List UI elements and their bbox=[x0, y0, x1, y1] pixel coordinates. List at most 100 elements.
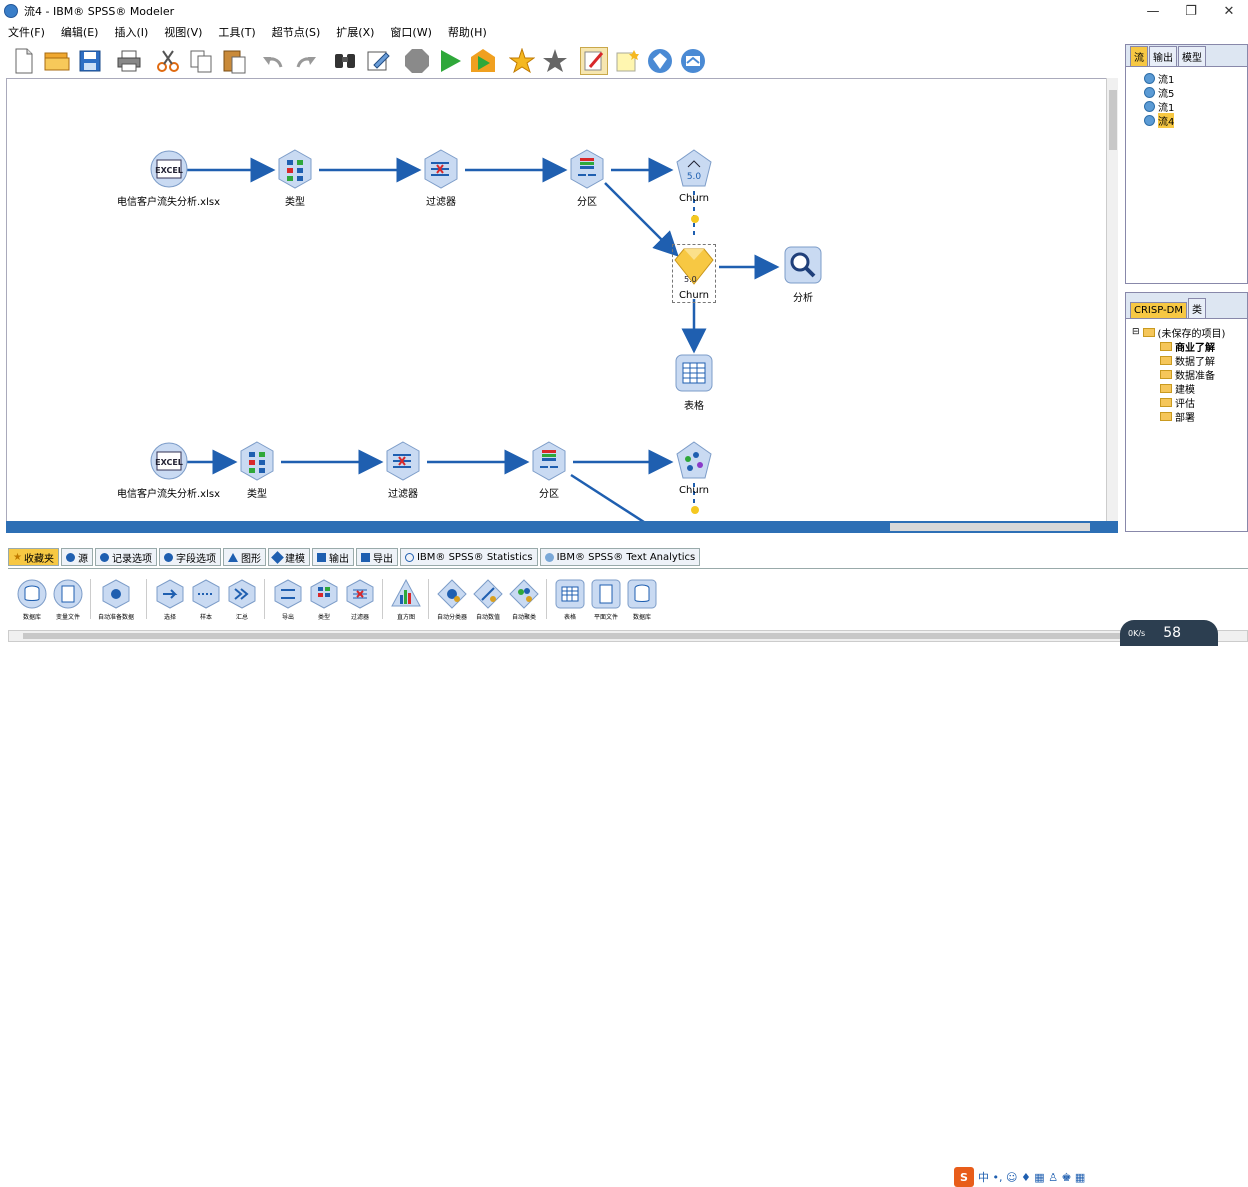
tab-text-analytics[interactable]: IBM® SPSS® Text Analytics bbox=[539, 548, 701, 566]
run-icon[interactable] bbox=[436, 47, 464, 75]
menu-view[interactable]: 视图(V) bbox=[164, 24, 202, 40]
phase-item[interactable]: 数据了解 bbox=[1132, 353, 1247, 368]
scroll-thumb[interactable] bbox=[890, 523, 1090, 531]
palette-node-flat-file[interactable]: 平面文件 bbox=[588, 579, 624, 621]
palette-node-aggregate[interactable]: 汇总 bbox=[224, 579, 260, 621]
type-node[interactable]: 类型 bbox=[275, 149, 315, 208]
favorites-icon[interactable] bbox=[541, 47, 569, 75]
palette-node-database[interactable]: 数据库 bbox=[14, 579, 50, 621]
stream-canvas[interactable]: EXCEL 电信客户流失分析.xlsx 类型 过滤器 分区 5.0 Churn … bbox=[6, 78, 1116, 523]
close-button[interactable]: ✕ bbox=[1210, 0, 1248, 22]
palette-node-histogram[interactable]: 直方图 bbox=[388, 579, 424, 621]
filter-node[interactable]: 过滤器 bbox=[383, 441, 423, 500]
tab-models[interactable]: 模型 bbox=[1178, 46, 1206, 66]
filter-node[interactable]: 过滤器 bbox=[421, 149, 461, 208]
tab-classes[interactable]: 类 bbox=[1187, 298, 1206, 318]
analysis-node[interactable]: 分析 bbox=[783, 245, 823, 304]
undo-icon[interactable] bbox=[259, 47, 287, 75]
excel-source-node[interactable]: EXCEL 电信客户流失分析.xlsx bbox=[117, 149, 220, 208]
run-selection-icon[interactable] bbox=[469, 47, 497, 75]
palette-node-auto-numeric[interactable]: 自动数值 bbox=[470, 579, 506, 621]
phase-item[interactable]: 商业了解 bbox=[1132, 339, 1247, 354]
palette-node-auto-classifier[interactable]: 自动分类器 bbox=[434, 579, 470, 621]
cut-icon[interactable] bbox=[154, 47, 182, 75]
stream-item-selected[interactable]: 流4 bbox=[1144, 112, 1247, 128]
menu-help[interactable]: 帮助(H) bbox=[448, 24, 487, 40]
excel-source-node[interactable]: EXCEL 电信客户流失分析.xlsx bbox=[117, 441, 220, 500]
menu-supernode[interactable]: 超节点(S) bbox=[272, 24, 321, 40]
project-root[interactable]: ⊟ (未保存的项目) bbox=[1132, 325, 1247, 340]
palette-node-auto-data-prep[interactable]: 自动准备数据 bbox=[98, 579, 134, 621]
save-icon[interactable] bbox=[76, 47, 104, 75]
add-to-favorites-icon[interactable] bbox=[508, 47, 536, 75]
c50-model-node[interactable]: 5.0 Churn bbox=[674, 149, 714, 204]
stream-icon bbox=[1144, 114, 1155, 126]
tab-sources[interactable]: 源 bbox=[60, 548, 93, 566]
copy-icon[interactable] bbox=[187, 47, 215, 75]
palette-node-auto-cluster[interactable]: 自动聚类 bbox=[506, 579, 542, 621]
find-icon[interactable] bbox=[331, 47, 359, 75]
phase-item[interactable]: 部署 bbox=[1132, 409, 1247, 424]
menu-tools[interactable]: 工具(T) bbox=[218, 24, 255, 40]
stream-item[interactable]: 流1 bbox=[1144, 99, 1247, 114]
tab-export[interactable]: 导出 bbox=[355, 548, 398, 566]
palette-node-filter[interactable]: 过滤器 bbox=[342, 579, 378, 621]
phase-item[interactable]: 评估 bbox=[1132, 395, 1247, 410]
type-icon bbox=[278, 149, 312, 189]
type-node[interactable]: 类型 bbox=[237, 441, 277, 500]
tab-outputs[interactable]: 输出 bbox=[1149, 46, 1177, 66]
tab-crisp-dm[interactable]: CRISP-DM bbox=[1130, 302, 1187, 318]
scroll-thumb[interactable] bbox=[23, 633, 1123, 639]
star-icon: ★ bbox=[13, 551, 22, 563]
node-label: 表格 bbox=[684, 401, 704, 412]
print-icon[interactable] bbox=[115, 47, 143, 75]
scroll-thumb[interactable] bbox=[1109, 90, 1117, 150]
open-icon[interactable] bbox=[43, 47, 71, 75]
palette-node-select[interactable]: 选择 bbox=[152, 579, 188, 621]
new-stream-icon[interactable] bbox=[10, 47, 38, 75]
canvas-horizontal-scrollbar[interactable] bbox=[6, 521, 1118, 533]
minimize-button[interactable]: — bbox=[1134, 0, 1172, 22]
partition-node[interactable]: 分区 bbox=[529, 441, 569, 500]
phase-item[interactable]: 建模 bbox=[1132, 381, 1247, 396]
canvas-vertical-scrollbar[interactable] bbox=[1106, 78, 1118, 523]
stream-item[interactable]: 流1 bbox=[1144, 71, 1247, 86]
tab-output[interactable]: 输出 bbox=[311, 548, 354, 566]
palette-node-var-file[interactable]: 变量文件 bbox=[50, 579, 86, 621]
collapse-icon[interactable]: ⊟ bbox=[1132, 327, 1140, 337]
tab-record-ops[interactable]: 记录选项 bbox=[94, 548, 157, 566]
maximize-button[interactable]: ❐ bbox=[1172, 0, 1210, 22]
menu-edit[interactable]: 编辑(E) bbox=[61, 24, 99, 40]
palette-node-table[interactable]: 表格 bbox=[552, 579, 588, 621]
tab-graphs[interactable]: 图形 bbox=[222, 548, 266, 566]
palette-node-sample[interactable]: 样本 bbox=[188, 579, 224, 621]
tab-favorites[interactable]: ★ 收藏夹 bbox=[8, 548, 59, 566]
menu-extensions[interactable]: 扩展(X) bbox=[336, 24, 374, 40]
phase-item[interactable]: 数据准备 bbox=[1132, 367, 1247, 382]
tab-modeling[interactable]: 建模 bbox=[267, 548, 310, 566]
model-icon[interactable] bbox=[679, 47, 707, 75]
edit-icon[interactable] bbox=[364, 47, 392, 75]
redo-icon[interactable] bbox=[292, 47, 320, 75]
tab-spss-statistics[interactable]: IBM® SPSS® Statistics bbox=[399, 548, 538, 566]
paste-icon[interactable] bbox=[220, 47, 248, 75]
ime-toolbar[interactable]: S 中 •, ☺ ♦ ▦ ♙ ♚ ▦ bbox=[954, 1167, 1085, 1187]
palette-scrollbar[interactable] bbox=[8, 630, 1248, 642]
tab-streams[interactable]: 流 bbox=[1130, 46, 1148, 66]
new-comment-icon[interactable] bbox=[613, 47, 641, 75]
palette-node-derive[interactable]: 导出 bbox=[270, 579, 306, 621]
partition-node[interactable]: 分区 bbox=[567, 149, 607, 208]
table-node[interactable]: 表格 bbox=[674, 353, 714, 412]
cluster-model-node[interactable]: Churn bbox=[674, 441, 714, 496]
menu-insert[interactable]: 插入(I) bbox=[114, 24, 148, 40]
palette-node-database-export[interactable]: 数据库 bbox=[624, 579, 660, 621]
menu-file[interactable]: 文件(F) bbox=[8, 24, 45, 40]
palette-node-type[interactable]: 类型 bbox=[306, 579, 342, 621]
annotation-icon[interactable] bbox=[580, 47, 608, 75]
stop-icon[interactable] bbox=[403, 47, 431, 75]
tab-field-ops[interactable]: 字段选项 bbox=[158, 548, 221, 566]
stream-item[interactable]: 流5 bbox=[1144, 85, 1247, 100]
diamond-icon[interactable] bbox=[646, 47, 674, 75]
menu-window[interactable]: 窗口(W) bbox=[390, 24, 431, 40]
c50-nugget-node[interactable]: 5.0 Churn bbox=[672, 244, 716, 303]
